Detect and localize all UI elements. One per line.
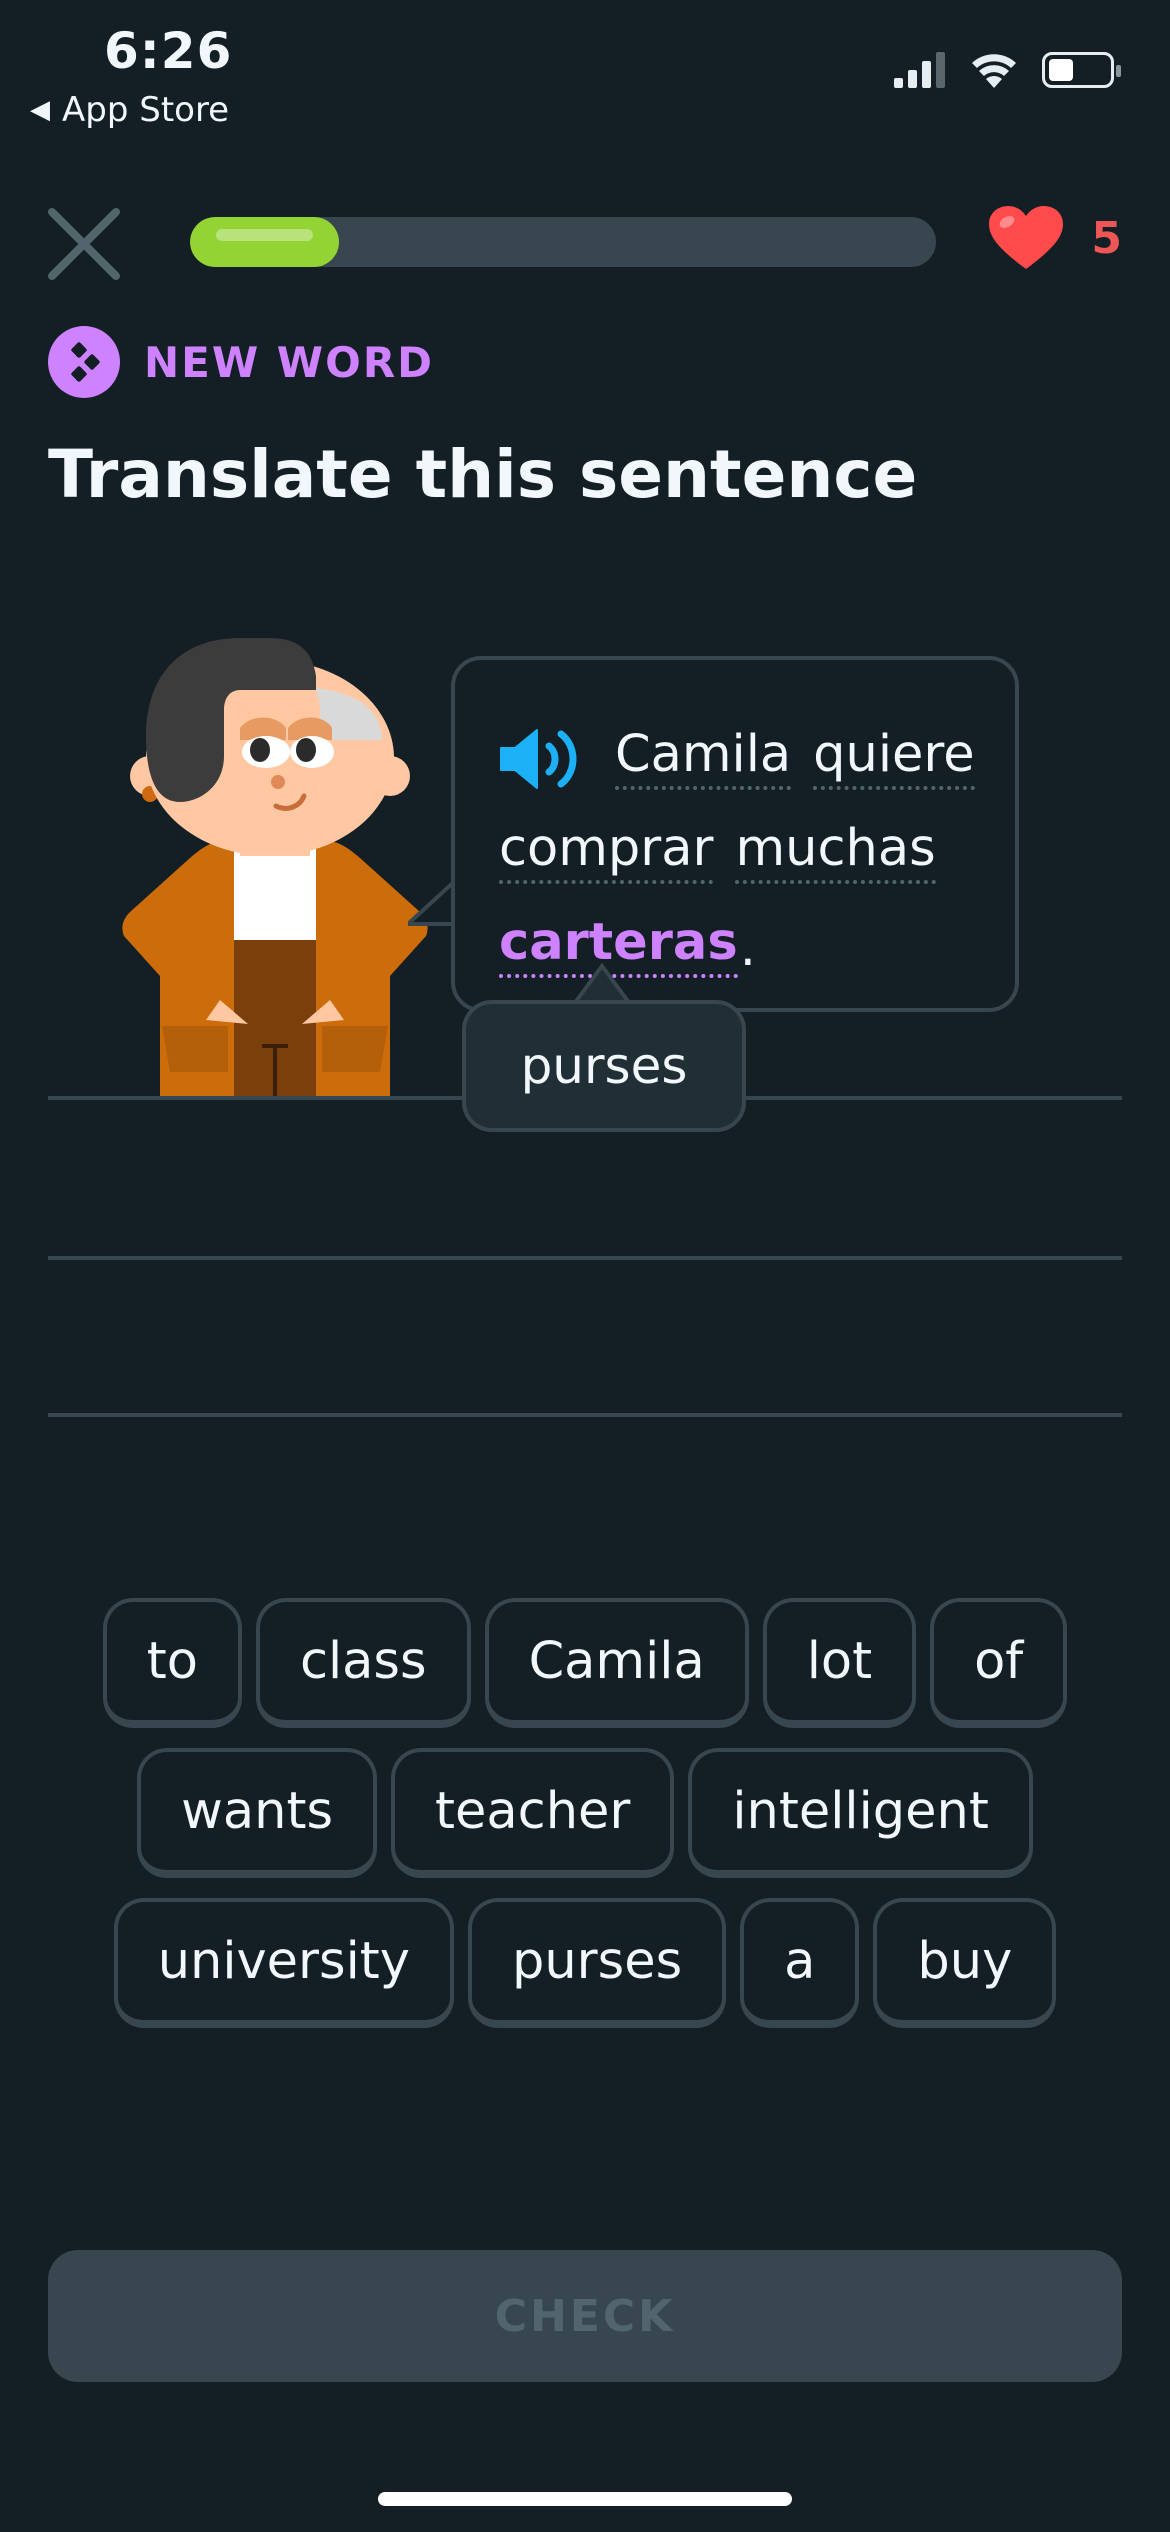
word-bank: to class Camila lot of wants teacher int… [0, 1598, 1170, 2048]
page-title: Translate this sentence [48, 436, 918, 513]
speaker-icon [500, 729, 577, 789]
word-tile[interactable]: wants [137, 1748, 378, 1878]
character-illustration [122, 638, 428, 1096]
word-tile[interactable]: class [255, 1598, 471, 1728]
lesson-screen: 6:26 ◀ App Store 5 NEW WORD Translate th… [0, 0, 1170, 2532]
new-word-label: NEW WORD [144, 337, 435, 387]
hint-tooltip: purses [462, 1000, 746, 1132]
check-button[interactable]: CHECK [48, 2250, 1122, 2382]
sentence-word[interactable]: Camila [615, 725, 792, 790]
word-bank-row: wants teacher intelligent [0, 1748, 1170, 1878]
speech-bubble: Camila quiere comprar muchas carteras . [451, 656, 1019, 1012]
signal-icon [894, 52, 945, 88]
sentence-line-2: comprar muchas [499, 790, 975, 884]
answer-line [48, 1413, 1122, 1417]
word-tile[interactable]: university [113, 1898, 454, 2028]
sentence-line-1: Camila quiere [499, 696, 975, 790]
sentence-period: . [739, 919, 756, 978]
word-tile[interactable]: a [740, 1898, 860, 2028]
back-app-label: App Store [62, 90, 230, 130]
word-tile[interactable]: lot [762, 1598, 917, 1728]
hearts-count: 5 [1091, 212, 1122, 264]
word-tile[interactable]: to [102, 1598, 242, 1728]
back-to-app-store[interactable]: ◀ App Store [30, 90, 229, 130]
word-tile[interactable]: Camila [484, 1598, 749, 1728]
hearts-counter[interactable]: 5 [987, 205, 1122, 271]
word-tile[interactable]: intelligent [688, 1748, 1033, 1878]
word-tile[interactable]: of [930, 1598, 1068, 1728]
status-time: 6:26 [104, 22, 233, 80]
word-bank-row: to class Camila lot of [0, 1598, 1170, 1728]
home-indicator[interactable] [378, 2492, 792, 2506]
sentence-word[interactable]: comprar [499, 819, 714, 884]
new-word-icon [48, 326, 120, 398]
sentence-word[interactable]: quiere [813, 725, 975, 790]
wifi-icon [972, 54, 1016, 88]
speaker-button[interactable] [499, 728, 579, 790]
word-tile[interactable]: purses [467, 1898, 727, 2028]
back-triangle-icon: ◀ [30, 95, 50, 125]
answer-line [48, 1256, 1122, 1260]
close-button[interactable] [46, 206, 122, 282]
progress-fill [190, 217, 340, 267]
status-icons [894, 52, 1121, 88]
heart-icon [989, 206, 1064, 269]
word-tile[interactable]: buy [873, 1898, 1057, 2028]
battery-icon [1042, 52, 1121, 88]
word-bank-row: university purses a buy [0, 1898, 1170, 2028]
word-tile[interactable]: teacher [391, 1748, 675, 1878]
close-icon [48, 208, 120, 280]
sentence-word[interactable]: muchas [735, 819, 936, 884]
new-word-badge: NEW WORD [48, 326, 434, 398]
lesson-progress-bar [190, 217, 936, 267]
sentence-line-3: carteras . [499, 884, 975, 978]
